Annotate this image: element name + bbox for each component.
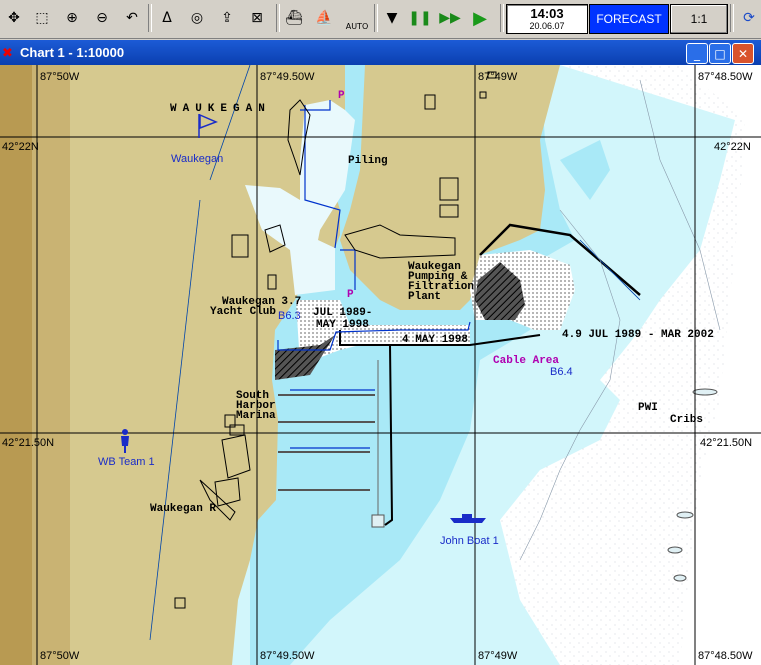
zoom-box-icon[interactable]: ⬚ (30, 5, 54, 31)
export-icon[interactable]: ⇪ (215, 5, 239, 31)
lon-label: 87°49.50W (260, 71, 315, 83)
zoom-out-icon[interactable]: ⊖ (90, 5, 114, 31)
river-label: Waukegan R (150, 503, 216, 515)
undo-icon[interactable]: ↶ (120, 5, 144, 31)
app-icon: ✖ (2, 45, 13, 60)
pwi-label: PWI (638, 402, 658, 414)
toolbar-separator (500, 4, 504, 32)
date-label: JUL 1989- (313, 307, 372, 319)
yacht-club-label: Yacht Club (210, 306, 276, 318)
window-title: Chart 1 - 1:10000 (20, 45, 125, 60)
refresh-icon[interactable]: ⟳ (737, 5, 761, 31)
minimize-button[interactable]: _ (686, 43, 708, 64)
lat-label: 42°21.50N (2, 437, 54, 449)
lon-label: 87°49W (478, 71, 518, 83)
scale-button[interactable]: 1:1 (670, 4, 728, 34)
toolbar-separator (276, 4, 280, 32)
compass-icon[interactable]: Δ (155, 5, 179, 31)
plant-label: Plant (408, 291, 441, 303)
toolbar-separator (374, 4, 378, 32)
buoy-label: B6.3 (278, 310, 301, 322)
lat-label: 42°22N (2, 141, 39, 153)
p-marker: P (338, 90, 345, 102)
maximize-button[interactable]: □ (709, 43, 731, 64)
town-label: WAUKEGAN (170, 103, 271, 115)
boat-label: John Boat 1 (440, 535, 499, 547)
target-icon[interactable]: ◎ (185, 5, 209, 31)
lon-label: 87°48.50W (698, 650, 753, 662)
depth-label: 4 MAY 1998 (402, 334, 468, 346)
lon-label: 87°49W (478, 650, 518, 662)
lat-label: 42°22N (714, 141, 751, 153)
p-marker: P (347, 289, 354, 301)
lat-label: 42°21.50N (700, 437, 752, 449)
clock-time: 14:03 (530, 6, 564, 21)
toolbar: ✥ ⬚ ⊕ ⊖ ↶ Δ ◎ ⇪ ⊠ ⛴ ⛵ ▼ ❚❚ ▶▶ ▶ ⟳ AUTO 14:03 20.06.07 FO… (0, 0, 761, 39)
auto-button[interactable]: AUTO (342, 5, 372, 31)
toolbar-separator (148, 4, 152, 32)
clock-display: 14:03 20.06.07 (506, 4, 588, 34)
play-icon[interactable]: ▶ (468, 5, 492, 31)
lon-label: 87°50W (40, 650, 80, 662)
lon-label: 87°48.50W (698, 71, 753, 83)
nautical-chart[interactable]: 87°50W 87°49.50W 87°49W 87°48.50W 87°50W… (0, 65, 761, 665)
forecast-button[interactable]: FORECAST (589, 4, 669, 34)
zoom-in-icon[interactable]: ⊕ (60, 5, 84, 31)
clear-icon[interactable]: ⊠ (245, 5, 269, 31)
pause-icon[interactable]: ❚❚ (408, 5, 432, 31)
fast-forward-icon[interactable]: ▶▶ (438, 5, 462, 31)
toolbar-separator (730, 4, 734, 32)
lon-label: 87°50W (40, 71, 80, 83)
flag-label: Waukegan (171, 153, 223, 165)
ship-icon[interactable]: ⛵ (312, 5, 336, 31)
depth-label: 4.9 JUL 1989 - MAR 2002 (562, 329, 714, 341)
clock-date: 20.06.07 (529, 21, 565, 31)
close-button[interactable]: ✕ (732, 43, 754, 64)
piling-label: Piling (348, 155, 388, 167)
cribs-label: Cribs (670, 414, 703, 426)
lon-label: 87°49.50W (260, 650, 315, 662)
marina-label: Marina (236, 410, 276, 422)
buoy-label: B6.4 (550, 366, 573, 378)
stop-icon[interactable]: ▼ (380, 5, 404, 31)
chart-window-titlebar: ✖ Chart 1 - 1:10000 _ □ ✕ (0, 40, 761, 65)
move-icon[interactable]: ✥ (2, 5, 26, 31)
team-label: WB Team 1 (98, 456, 155, 468)
boat-icon[interactable]: ⛴ (282, 5, 306, 31)
date-label: MAY 1998 (316, 319, 369, 331)
